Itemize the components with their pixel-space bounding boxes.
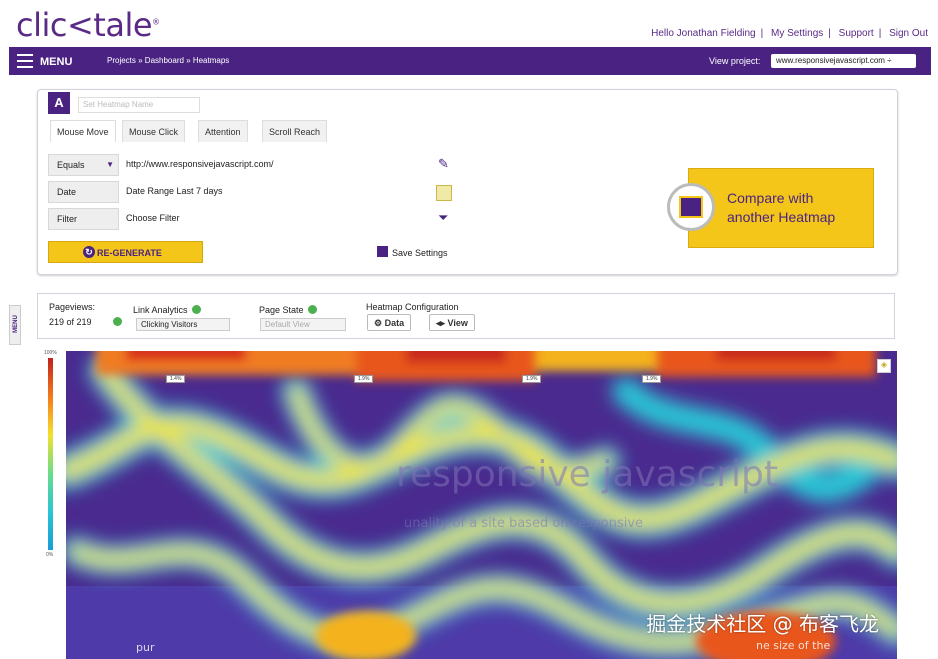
scale-max-label: 100%: [44, 350, 57, 356]
filter-label[interactable]: Filter: [48, 208, 119, 230]
compare-icon: [667, 183, 715, 231]
view-project-label: View project:: [709, 56, 761, 66]
side-menu-tab[interactable]: MENU: [9, 305, 21, 345]
top-nav: Hello Jonathan Fielding | My Settings | Su…: [651, 28, 928, 39]
info-icon[interactable]: [113, 317, 122, 327]
page-state-select[interactable]: Default View: [260, 318, 346, 331]
date-label[interactable]: Date: [48, 181, 119, 203]
calendar-icon[interactable]: [436, 185, 452, 201]
overlay-bottom-left: pur: [136, 641, 155, 654]
refresh-icon: ↻: [83, 246, 95, 258]
url-operator-select[interactable]: Equals ▼: [48, 154, 119, 176]
page-state-label: Page State: [259, 305, 317, 315]
heatmap-toolbar: Pageviews: 219 of 219 Link Analytics Cli…: [37, 293, 895, 339]
heatmap-name-input[interactable]: Set Heatmap Name: [78, 97, 200, 113]
support-link[interactable]: Support: [839, 28, 874, 39]
tab-attention[interactable]: Attention: [198, 120, 248, 142]
link-percent-badge[interactable]: 1.4%: [166, 375, 186, 383]
pageviews-value: 219 of 219: [49, 317, 92, 327]
main-menubar: MENU Projects » Dashboard » Heatmaps Vie…: [9, 47, 931, 75]
url-filter-row: Equals ▼ http://www.responsivejavascript.…: [48, 154, 444, 176]
filter-row: Filter Choose Filter: [48, 208, 444, 230]
heat-scale-bar: [48, 358, 53, 550]
my-settings-link[interactable]: My Settings: [771, 28, 823, 39]
breadcrumb[interactable]: Projects » Dashboard » Heatmaps: [107, 56, 229, 65]
pageviews-label: Pageviews:: [49, 302, 96, 312]
pencil-icon[interactable]: ✎: [438, 156, 449, 172]
overlay-title: responsive javascript: [396, 454, 778, 495]
link-percent-badge[interactable]: 1.9%: [642, 375, 662, 383]
save-settings-button[interactable]: Save Settings: [377, 246, 448, 258]
date-row: Date Date Range Last 7 days: [48, 181, 444, 203]
tab-mouse-click[interactable]: Mouse Click: [122, 120, 186, 142]
link-percent-badge[interactable]: 1.9%: [522, 375, 542, 383]
overlay-bottom-right: ne size of the: [756, 639, 830, 652]
compare-heatmap-button[interactable]: Compare with another Heatmap: [667, 168, 874, 248]
date-range-value[interactable]: Date Range Last 7 days: [126, 186, 223, 196]
menu-button[interactable]: MENU: [40, 56, 72, 68]
help-icon[interactable]: [307, 305, 317, 314]
help-icon[interactable]: [191, 305, 201, 314]
user-greeting: Hello Jonathan Fielding: [651, 28, 756, 39]
watermark: 掘金技术社区 @ 布客飞龙: [646, 612, 879, 636]
diamond-icon[interactable]: ◈: [877, 359, 891, 373]
tab-scroll-reach[interactable]: Scroll Reach: [262, 120, 328, 142]
chevron-down-icon: ▼: [106, 160, 114, 169]
arrows-icon: ◂▸: [436, 318, 448, 328]
project-select[interactable]: www.responsivejavascript.com ÷: [771, 54, 916, 68]
view-button[interactable]: ◂▸ View: [429, 314, 475, 331]
clicktale-logo[interactable]: clic<tale®: [16, 6, 160, 44]
tab-mouse-move[interactable]: Mouse Move: [50, 120, 116, 142]
link-analytics-label: Link Analytics: [133, 305, 201, 315]
gear-icon: ⚙: [374, 318, 385, 328]
funnel-icon[interactable]: ⏷: [438, 210, 448, 226]
link-percent-badge[interactable]: 1.9%: [354, 375, 374, 383]
heatmap-settings-panel: A Set Heatmap Name Mouse Move Mouse Clic…: [37, 89, 898, 275]
heatmap-badge: A: [48, 92, 70, 114]
scale-min-label: 0%: [46, 552, 54, 558]
overlay-subtitle: unality of a site based on responsive: [404, 516, 643, 531]
data-button[interactable]: ⚙ Data: [367, 314, 412, 331]
url-value[interactable]: http://www.responsivejavascript.com/: [126, 159, 274, 169]
heatmap-canvas[interactable]: responsive javascript unality of a site …: [66, 351, 897, 659]
regenerate-button[interactable]: ↻ RE-GENERATE: [48, 241, 203, 263]
choose-filter-value[interactable]: Choose Filter: [126, 213, 180, 223]
hamburger-icon[interactable]: [17, 54, 33, 68]
sign-out-link[interactable]: Sign Out: [889, 28, 928, 39]
link-analytics-select[interactable]: Clicking Visitors: [136, 318, 230, 331]
heatmap-config-label: Heatmap Configuration: [366, 302, 459, 312]
save-icon: [377, 246, 388, 257]
